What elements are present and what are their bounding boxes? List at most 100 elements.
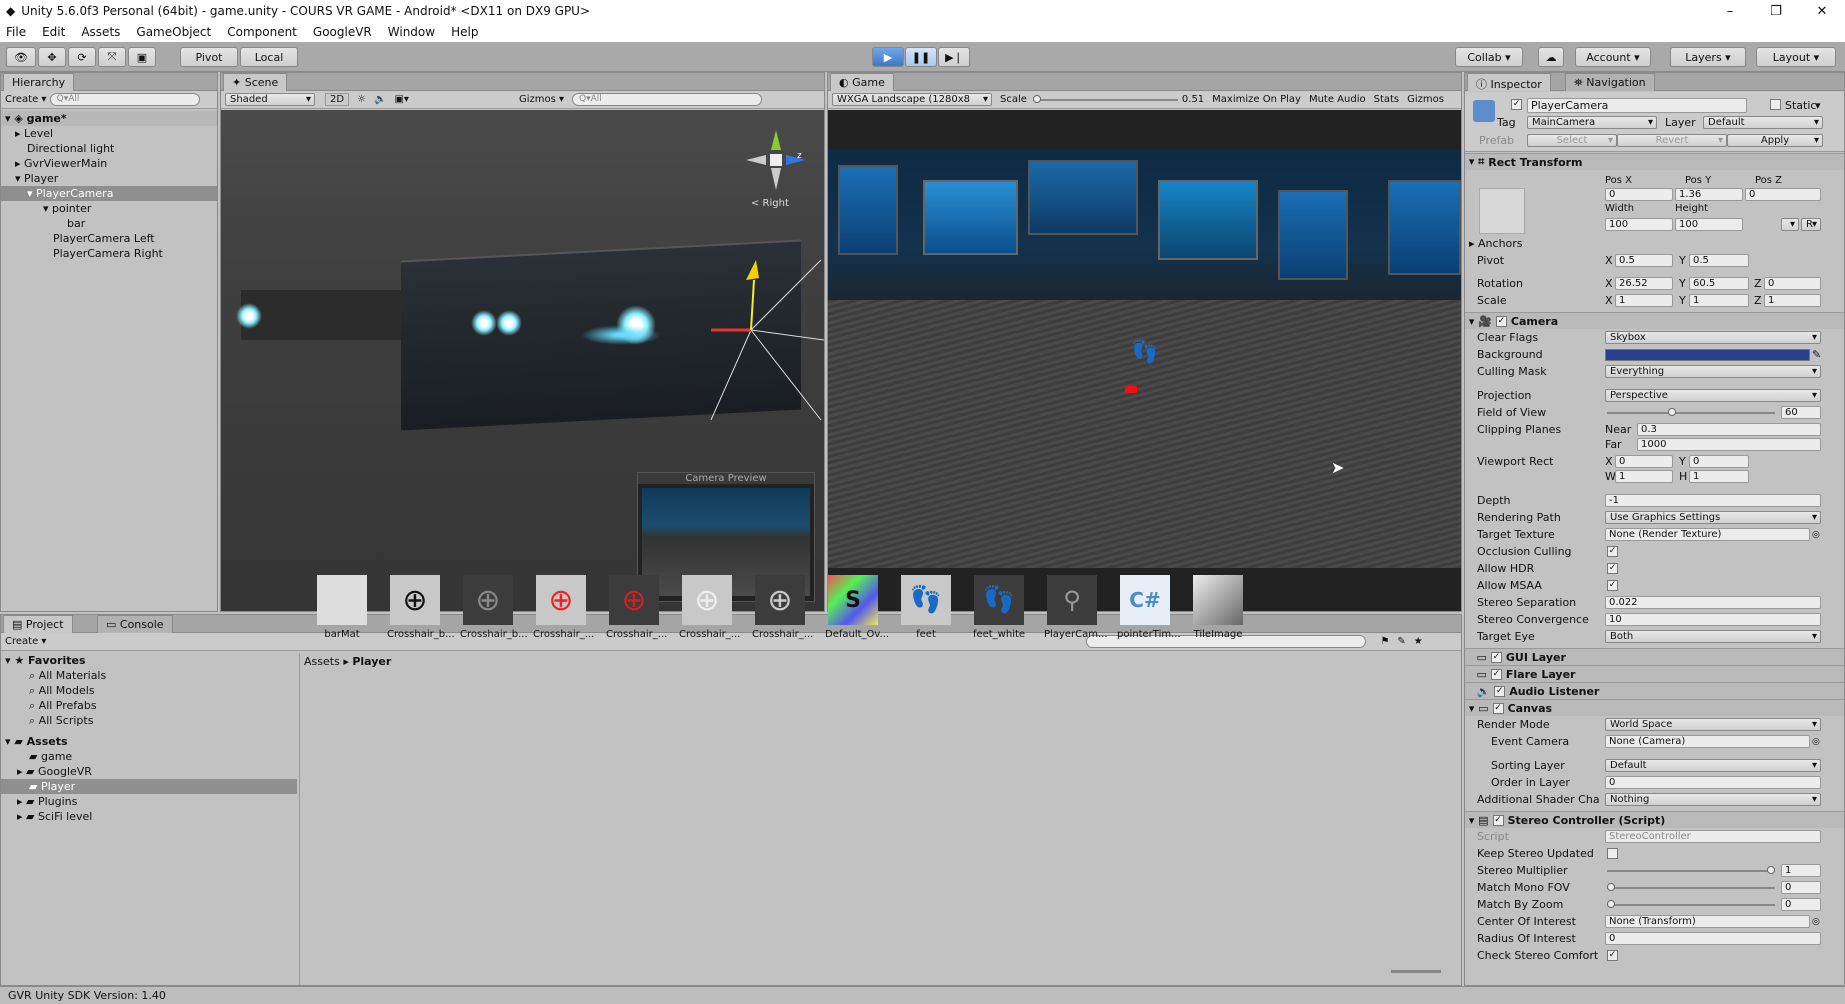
menu-window[interactable]: Window bbox=[388, 25, 435, 39]
anchors-foldout[interactable]: ▸ Anchors bbox=[1469, 237, 1523, 250]
hierarchy-item-pointer[interactable]: ▾ pointer bbox=[1, 201, 217, 216]
far-input[interactable]: 1000 bbox=[1637, 438, 1821, 451]
check-stereo-comfort-checkbox[interactable]: ✓ bbox=[1607, 950, 1618, 961]
match-by-zoom-slider[interactable] bbox=[1607, 899, 1775, 911]
rotate-tool-icon[interactable]: ⟳ bbox=[68, 47, 96, 67]
scene-gizmos-dropdown[interactable]: Gizmos bbox=[519, 94, 556, 105]
fov-slider-knob[interactable] bbox=[1668, 407, 1676, 416]
stereo-convergence-input[interactable]: 10 bbox=[1605, 613, 1821, 626]
object-picker-icon[interactable]: ◎ bbox=[1812, 530, 1820, 540]
game-gizmos-toggle[interactable]: Gizmos bbox=[1407, 94, 1444, 105]
mute-audio-toggle[interactable]: Mute Audio bbox=[1309, 94, 1366, 105]
resolution-dropdown[interactable]: WXGA Landscape (1280x8 bbox=[832, 93, 992, 106]
favorite-item[interactable]: ⌕ All Prefabs bbox=[1, 698, 297, 713]
asset-tile[interactable]: barMat bbox=[314, 575, 370, 640]
close-button[interactable]: ✕ bbox=[1799, 4, 1845, 19]
scale-x-input[interactable]: 1 bbox=[1615, 294, 1673, 307]
tab-console[interactable]: ▭ Console bbox=[97, 615, 173, 633]
folder-item[interactable]: ▸ ▰ Plugins bbox=[1, 794, 297, 809]
audio-toggle-icon[interactable]: 🔈 bbox=[374, 94, 386, 105]
hierarchy-item-playercamera[interactable]: ▾ PlayerCamera bbox=[1, 186, 217, 201]
flare-layer-checkbox[interactable]: ✓ bbox=[1490, 668, 1502, 680]
active-checkbox[interactable]: ✓ bbox=[1511, 99, 1522, 110]
stereo-controller-checkbox[interactable]: ✓ bbox=[1492, 814, 1504, 826]
hierarchy-item-directional-light[interactable]: Directional light bbox=[1, 141, 217, 156]
anchor-presets-icon[interactable] bbox=[1479, 188, 1525, 234]
allow-msaa-checkbox[interactable]: ✓ bbox=[1607, 580, 1618, 591]
minimize-button[interactable]: – bbox=[1707, 4, 1753, 19]
match-mono-fov-knob[interactable] bbox=[1607, 882, 1615, 891]
prefab-select-button[interactable]: Select bbox=[1527, 134, 1617, 147]
lighting-toggle-icon[interactable]: ☼ bbox=[357, 94, 366, 105]
folder-item[interactable]: ▰ game bbox=[1, 749, 297, 764]
gui-layer-header[interactable]: ▭ ✓ GUI Layer bbox=[1465, 648, 1844, 665]
additional-shader-dropdown[interactable]: Nothing bbox=[1605, 793, 1821, 806]
depth-input[interactable]: -1 bbox=[1605, 494, 1821, 507]
posz-input[interactable]: 0 bbox=[1745, 188, 1821, 201]
hand-tool-icon[interactable]: 👁 bbox=[6, 47, 36, 67]
stereo-controller-header[interactable]: ▾ ▤ ✓ Stereo Controller (Script) bbox=[1465, 811, 1844, 828]
match-mono-fov-input[interactable]: 0 bbox=[1781, 881, 1821, 894]
stats-toggle[interactable]: Stats bbox=[1374, 94, 1400, 105]
pivot-y-input[interactable]: 0.5 bbox=[1689, 254, 1749, 267]
rot-x-input[interactable]: 26.52 bbox=[1615, 277, 1673, 290]
asset-tile[interactable]: ⊕ Crosshair_... bbox=[533, 575, 594, 640]
menu-assets[interactable]: Assets bbox=[81, 25, 120, 39]
vp-h-input[interactable]: 1 bbox=[1689, 470, 1749, 483]
breadcrumb-player[interactable]: Player bbox=[352, 655, 391, 668]
scene-search-input[interactable]: Q▾All bbox=[572, 93, 763, 106]
scale-y-input[interactable]: 1 bbox=[1689, 294, 1749, 307]
center-of-interest-field[interactable]: None (Transform) bbox=[1605, 915, 1810, 928]
local-button[interactable]: Local bbox=[240, 47, 298, 67]
posx-input[interactable]: 0 bbox=[1605, 188, 1673, 201]
hierarchy-search-input[interactable]: Q▾All bbox=[49, 93, 200, 106]
maximize-button[interactable]: ❐ bbox=[1753, 4, 1799, 19]
prefab-apply-button[interactable]: Apply bbox=[1727, 134, 1823, 147]
scene-viewport[interactable]: z < Right Camera Preview bbox=[221, 110, 824, 611]
asset-tile[interactable]: 👣 feet_white bbox=[971, 575, 1027, 640]
match-by-zoom-knob[interactable] bbox=[1607, 899, 1615, 908]
asset-tile[interactable]: ⊕ Crosshair_... bbox=[606, 575, 667, 640]
scale-slider[interactable] bbox=[1032, 94, 1178, 105]
target-eye-dropdown[interactable]: Both bbox=[1605, 630, 1821, 643]
gui-layer-checkbox[interactable]: ✓ bbox=[1490, 651, 1502, 663]
scale-z-input[interactable]: 1 bbox=[1764, 294, 1821, 307]
asset-tile[interactable]: ⊕ Crosshair_b... bbox=[460, 575, 528, 640]
static-checkbox[interactable] bbox=[1770, 99, 1781, 110]
menu-googlevr[interactable]: GoogleVR bbox=[313, 25, 372, 39]
collab-button[interactable]: Collab ▾ bbox=[1455, 47, 1523, 67]
sorting-layer-dropdown[interactable]: Default bbox=[1605, 759, 1821, 772]
render-mode-dropdown[interactable]: World Space bbox=[1605, 718, 1821, 731]
asset-tile[interactable]: S Default_Ov... bbox=[825, 575, 889, 640]
filter-label-icon[interactable]: ✎ bbox=[1397, 636, 1405, 647]
asset-tile[interactable]: C# pointerTim... bbox=[1117, 575, 1181, 640]
width-input[interactable]: 100 bbox=[1605, 218, 1673, 231]
projection-dropdown[interactable]: Perspective bbox=[1605, 389, 1821, 402]
layer-dropdown[interactable]: Default bbox=[1703, 116, 1823, 129]
order-in-layer-input[interactable]: 0 bbox=[1605, 776, 1821, 789]
account-dropdown[interactable]: Account ▾ bbox=[1575, 47, 1651, 67]
match-by-zoom-input[interactable]: 0 bbox=[1781, 898, 1821, 911]
menu-file[interactable]: File bbox=[6, 25, 26, 39]
occlusion-culling-checkbox[interactable]: ✓ bbox=[1607, 546, 1618, 557]
menu-gameobject[interactable]: GameObject bbox=[136, 25, 211, 39]
tab-scene[interactable]: ✦ Scene bbox=[223, 73, 288, 91]
static-dropdown-icon[interactable]: ▾ bbox=[1815, 99, 1821, 112]
maximize-on-play-toggle[interactable]: Maximize On Play bbox=[1212, 94, 1301, 105]
blueprint-mode-button[interactable] bbox=[1781, 218, 1799, 231]
move-tool-icon[interactable]: ✥ bbox=[38, 47, 66, 67]
fov-slider[interactable] bbox=[1607, 407, 1775, 419]
asset-tile[interactable]: ⊕ Crosshair_... bbox=[752, 575, 813, 640]
asset-tile[interactable]: ⊕ Crosshair_... bbox=[679, 575, 740, 640]
hierarchy-item-level[interactable]: ▸ Level bbox=[1, 126, 217, 141]
flare-layer-header[interactable]: ▭ ✓ Flare Layer bbox=[1465, 665, 1844, 682]
menu-component[interactable]: Component bbox=[227, 25, 297, 39]
prefab-revert-button[interactable]: Revert bbox=[1617, 134, 1727, 147]
radius-of-interest-input[interactable]: 0 bbox=[1605, 932, 1821, 945]
favorite-star-icon[interactable]: ★ bbox=[1414, 636, 1423, 647]
project-create-button[interactable]: Create bbox=[5, 636, 38, 647]
cloud-icon[interactable]: ☁ bbox=[1538, 47, 1564, 67]
asset-tile[interactable]: TileImage bbox=[1190, 575, 1246, 640]
audio-listener-checkbox[interactable]: ✓ bbox=[1494, 685, 1506, 697]
hierarchy-item-gvrviewermain[interactable]: ▸ GvrViewerMain bbox=[1, 156, 217, 171]
